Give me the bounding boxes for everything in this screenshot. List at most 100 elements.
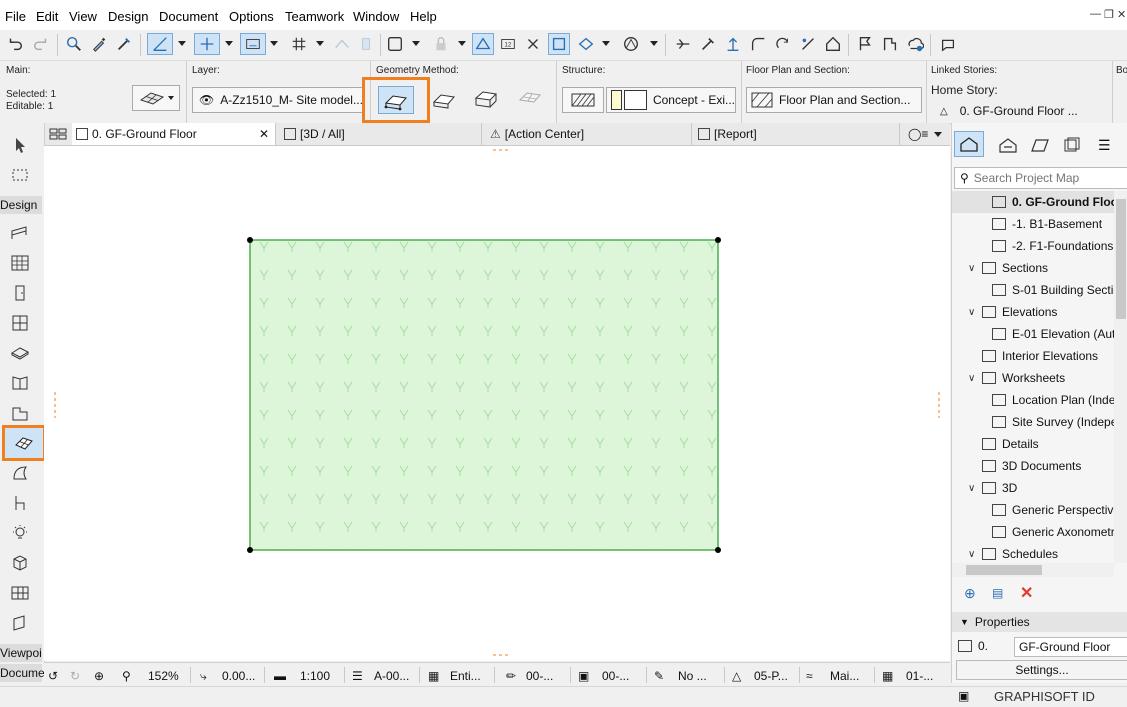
navigator-menu-icon[interactable]: ☰ (1098, 137, 1111, 154)
chevron-down-icon[interactable]: ∨ (968, 483, 978, 494)
trace-reference-icon[interactable] (355, 33, 377, 55)
chevron-down-icon[interactable] (225, 41, 233, 46)
project-map-search[interactable]: ⚲ (954, 167, 1127, 189)
snap-guides-icon[interactable] (194, 33, 220, 55)
chevron-down-icon[interactable]: ∨ (968, 549, 978, 560)
chevron-down-icon[interactable] (458, 41, 466, 46)
menu-file[interactable]: File (5, 9, 26, 24)
curtain-wall-tool-icon[interactable] (8, 251, 32, 275)
project-map-tab[interactable] (954, 131, 984, 157)
tree-item[interactable]: Site Survey (Indeper (952, 411, 1114, 433)
tree-item[interactable]: E-01 Elevation (Auto (952, 323, 1114, 345)
tree-scrollbar[interactable] (1114, 191, 1127, 563)
guide-lines-icon[interactable] (147, 33, 173, 55)
door-tool-icon[interactable] (8, 281, 32, 305)
curtain-panel-tool-icon[interactable] (8, 581, 32, 605)
tree-item[interactable]: -2. F1-Foundations (952, 235, 1114, 257)
menu-document[interactable]: Document (159, 9, 218, 24)
chevron-down-icon[interactable] (650, 41, 658, 46)
scrollbar-thumb[interactable] (966, 565, 1042, 575)
search-input[interactable] (973, 171, 1114, 185)
floor-plan-canvas[interactable] (44, 146, 950, 661)
menu-help[interactable]: Help (410, 9, 437, 24)
offset-icon[interactable] (797, 33, 819, 55)
lock-icon[interactable] (430, 33, 452, 55)
chevron-down-icon[interactable] (412, 41, 420, 46)
menu-edit[interactable]: Edit (36, 9, 58, 24)
mark-up-icon[interactable] (879, 33, 901, 55)
slab-tool-icon[interactable] (8, 341, 32, 365)
angle-value[interactable]: 0.00... (222, 669, 255, 683)
selection-hotspot[interactable] (715, 237, 721, 243)
shell-tool-icon[interactable] (8, 461, 32, 485)
mesh-tool-icon[interactable] (2, 425, 46, 461)
roof-icon[interactable] (822, 33, 844, 55)
selection-hotspot[interactable] (715, 547, 721, 553)
undo-icon[interactable] (4, 33, 26, 55)
railing-tool-icon[interactable] (8, 401, 32, 425)
tab-options-button[interactable]: ◯≡ (904, 123, 948, 145)
rotate-icon[interactable] (772, 33, 794, 55)
tree-item[interactable]: ∨ Schedules (952, 543, 1114, 563)
tree-item[interactable]: 0. GF-Ground Floor (952, 191, 1114, 213)
tab-report[interactable]: [Report] (694, 123, 900, 145)
structure-display-value[interactable]: 01-... (906, 669, 933, 683)
redo-zoom-icon[interactable]: ↻ (70, 669, 80, 683)
zoom-value[interactable]: 152% (148, 669, 179, 683)
geometry-method-freeform-button[interactable] (512, 85, 548, 113)
pen-set-value[interactable]: 00-... (526, 669, 553, 683)
tab-overview-button[interactable] (44, 123, 72, 145)
layer-combination-value[interactable]: A-00... (374, 669, 409, 683)
mesh-element[interactable] (247, 237, 721, 553)
tree-item[interactable]: ∨ Sections (952, 257, 1114, 279)
tree-item[interactable]: Generic Axonometr (952, 521, 1114, 543)
floorplan-section-button[interactable]: Floor Plan and Section... (746, 87, 922, 113)
model-view-value[interactable]: Enti... (450, 669, 481, 683)
zone-tool-icon[interactable] (8, 611, 32, 635)
wall-tool-icon[interactable] (8, 221, 32, 245)
layout-book-tab[interactable] (1030, 137, 1050, 156)
dimension-value[interactable]: Mai... (830, 669, 859, 683)
selection-hotspot[interactable] (247, 547, 253, 553)
tree-item[interactable]: ∨ Worksheets (952, 367, 1114, 389)
syringe-icon[interactable] (113, 33, 135, 55)
graphisoft-id-label[interactable]: GRAPHISOFT ID (994, 689, 1095, 704)
marquee-tool-icon[interactable] (8, 163, 32, 187)
redo-icon[interactable] (30, 33, 52, 55)
chevron-down-icon[interactable] (270, 41, 278, 46)
document-section-header[interactable]: Docume (0, 664, 45, 682)
menu-options[interactable]: Options (229, 9, 274, 24)
chevron-down-icon[interactable] (316, 41, 324, 46)
dimension-icon[interactable]: 12 (497, 33, 519, 55)
tab-ground-floor[interactable]: 0. GF-Ground Floor ✕ (72, 123, 276, 145)
suspend-groups-icon[interactable] (240, 33, 266, 55)
close-tab-icon[interactable]: ✕ (259, 127, 269, 141)
minimize-icon[interactable]: — (1090, 8, 1101, 20)
home-story-select[interactable]: △ 0. GF-Ground Floor ... (938, 101, 1108, 121)
tree-item[interactable]: ∨ 3D (952, 477, 1114, 499)
close-icon[interactable]: ✕ (1117, 8, 1126, 21)
marquee-icon[interactable] (384, 33, 406, 55)
view-value[interactable]: 00-... (602, 669, 629, 683)
scale-value[interactable]: 1:100 (300, 669, 330, 683)
tree-item[interactable]: S-01 Building Sectio (952, 279, 1114, 301)
tree-item[interactable]: Location Plan (Inde (952, 389, 1114, 411)
tree-hscrollbar[interactable] (952, 563, 1114, 577)
add-view-icon[interactable]: ⊕ (964, 585, 976, 602)
section-markers-icon[interactable] (472, 33, 494, 55)
menu-design[interactable]: Design (108, 9, 148, 24)
undo-zoom-icon[interactable]: ↺ (48, 669, 58, 683)
override-value[interactable]: No ... (678, 669, 707, 683)
tree-item[interactable]: Details (952, 433, 1114, 455)
stair-tool-icon[interactable] (8, 371, 32, 395)
object-tool-icon[interactable] (8, 491, 32, 515)
arrow-tool-icon[interactable] (8, 133, 32, 157)
elevate-icon[interactable] (722, 33, 744, 55)
zoom-icon[interactable]: ⚲ (122, 669, 131, 683)
publisher-sets-tab[interactable] (1062, 137, 1082, 156)
cross-icon[interactable] (522, 33, 544, 55)
viewpoint-section-header[interactable]: Viewpoi (0, 644, 42, 662)
tree-item[interactable]: Generic Perspective (952, 499, 1114, 521)
tree-item[interactable]: -1. B1-Basement (952, 213, 1114, 235)
graphisoft-id-icon[interactable]: ▣ (958, 689, 969, 703)
